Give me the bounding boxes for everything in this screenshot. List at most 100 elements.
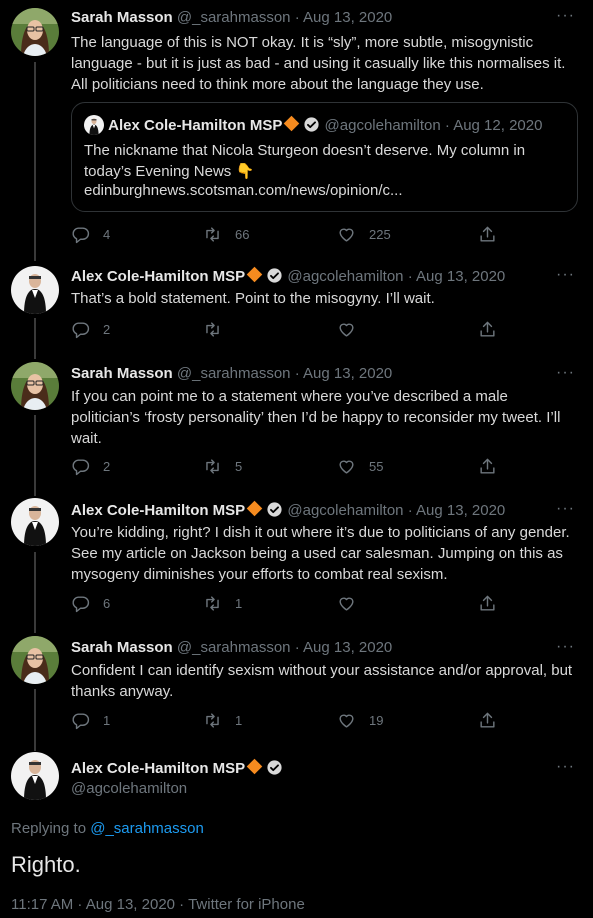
like-button[interactable] (337, 594, 369, 613)
more-icon[interactable]: ··· (556, 500, 575, 518)
reply-icon (71, 457, 90, 476)
author-name[interactable]: Alex Cole-Hamilton MSP (71, 268, 245, 285)
more-icon[interactable]: ··· (556, 7, 575, 25)
like-button[interactable] (337, 320, 369, 339)
retweet-button[interactable]: 1 (203, 594, 242, 613)
share-button[interactable] (478, 457, 497, 476)
verified-icon (266, 501, 283, 518)
badge-icon (246, 266, 263, 283)
reply-button[interactable]: 1 (71, 711, 110, 730)
share-icon (478, 320, 497, 339)
tweet-actions: 2 (71, 320, 511, 340)
author-name[interactable]: Alex Cole-Hamilton MSP (71, 502, 245, 519)
like-count: 225 (369, 227, 391, 242)
retweet-button[interactable]: 5 (203, 457, 242, 476)
separator: · (294, 639, 300, 656)
more-icon[interactable]: ··· (556, 266, 575, 284)
author-handle[interactable]: @_sarahmasson (177, 639, 291, 656)
tweet-header: Sarah Masson @_sarahmasson · Aug 13, 202… (71, 9, 553, 31)
tweet-text: That’s a bold statement. Point to the mi… (71, 290, 435, 307)
share-button[interactable] (478, 225, 497, 244)
quote-date: Aug 12, 2020 (453, 117, 543, 134)
like-icon (337, 320, 356, 339)
reply-count: 4 (103, 227, 111, 242)
reply-count: 1 (103, 713, 111, 728)
tweet-actions: 2 5 55 (71, 457, 511, 477)
like-button[interactable]: 55 (337, 457, 383, 476)
like-count: 19 (369, 713, 384, 728)
avatar[interactable] (11, 362, 59, 410)
tweet-actions: 4 66 225 (71, 225, 511, 245)
like-button[interactable]: 225 (337, 225, 391, 244)
retweet-icon (203, 225, 222, 244)
author-handle[interactable]: @_sarahmasson (177, 9, 291, 26)
badge-icon (284, 115, 300, 132)
replying-to: Replying to @_sarahmasson (11, 820, 204, 837)
verified-icon (266, 267, 283, 284)
retweet-count: 5 (235, 459, 243, 474)
separator: · (407, 502, 413, 519)
tweet-header: Sarah Masson @_sarahmasson · Aug 13, 202… (71, 639, 553, 661)
tweet-meta[interactable]: 11:17 AM · Aug 13, 2020 · Twitter for iP… (11, 896, 305, 913)
tweet[interactable]: Sarah Masson @_sarahmasson · Aug 13, 202… (0, 636, 593, 736)
avatar[interactable] (11, 752, 59, 800)
quoted-tweet[interactable]: Alex Cole-Hamilton MSP @agcolehamilton ·… (71, 102, 578, 212)
retweet-button[interactable] (203, 320, 235, 339)
separator: · (294, 365, 300, 382)
avatar[interactable] (11, 8, 59, 56)
author-name[interactable]: Alex Cole-Hamilton MSP (71, 760, 245, 777)
avatar[interactable] (11, 266, 59, 314)
author-name[interactable]: Sarah Masson (71, 9, 173, 26)
share-button[interactable] (478, 320, 497, 339)
quote-text: The nickname that Nicola Sturgeon doesn’… (84, 142, 526, 180)
tweet-text: The language of this is NOT okay. It is … (71, 34, 566, 93)
more-icon[interactable]: ··· (556, 758, 575, 776)
tweet-date[interactable]: Aug 13, 2020 (303, 365, 392, 382)
author-name[interactable]: Sarah Masson (71, 639, 173, 656)
tweet-date[interactable]: Aug 13, 2020 (303, 9, 392, 26)
author-handle[interactable]: @agcolehamilton (71, 780, 187, 797)
author-name[interactable]: Sarah Masson (71, 365, 173, 382)
reply-button[interactable]: 6 (71, 594, 110, 613)
reply-button[interactable]: 2 (71, 457, 110, 476)
tweet-text: Confident I can identify sexism without … (71, 662, 573, 700)
quote-link[interactable]: edinburghnews.scotsman.com/news/opinion/… (84, 182, 403, 199)
share-icon (478, 457, 497, 476)
retweet-count: 1 (235, 596, 243, 611)
tweet[interactable]: Sarah Masson @_sarahmasson · Aug 13, 202… (0, 362, 593, 487)
author-handle[interactable]: @agcolehamilton (287, 268, 403, 285)
like-icon (337, 225, 356, 244)
retweet-count: 66 (235, 227, 250, 242)
more-icon[interactable]: ··· (556, 638, 575, 656)
reply-count: 2 (103, 459, 111, 474)
author-handle[interactable]: @_sarahmasson (177, 365, 291, 382)
avatar[interactable] (11, 636, 59, 684)
tweet-date[interactable]: Aug 13, 2020 (416, 268, 505, 285)
quote-avatar (84, 115, 104, 135)
tweet[interactable]: Alex Cole-Hamilton MSP @agcolehamilton ·… (0, 263, 593, 353)
share-button[interactable] (478, 594, 497, 613)
reply-button[interactable]: 2 (71, 320, 110, 339)
separator: · (294, 9, 300, 26)
replying-handle-link[interactable]: @_sarahmasson (90, 820, 204, 837)
more-icon[interactable]: ··· (556, 364, 575, 382)
author-handle[interactable]: @agcolehamilton (287, 502, 403, 519)
retweet-icon (203, 711, 222, 730)
retweet-button[interactable]: 1 (203, 711, 242, 730)
reply-button[interactable]: 4 (71, 225, 110, 244)
avatar[interactable] (11, 498, 59, 546)
like-button[interactable]: 19 (337, 711, 383, 730)
tweet-actions: 1 1 19 (71, 711, 511, 731)
reply-count: 2 (103, 322, 111, 337)
retweet-button[interactable]: 66 (203, 225, 249, 244)
badge-icon (246, 500, 263, 517)
tweet[interactable]: Alex Cole-Hamilton MSP @agcolehamilton ·… (0, 498, 593, 623)
tweet-header: Sarah Masson @_sarahmasson · Aug 13, 202… (71, 365, 553, 387)
reply-count: 6 (103, 596, 111, 611)
tweet[interactable]: Sarah Masson @_sarahmasson · Aug 13, 202… (0, 0, 593, 250)
share-icon (478, 225, 497, 244)
tweet-date[interactable]: Aug 13, 2020 (416, 502, 505, 519)
tweet-date[interactable]: Aug 13, 2020 (303, 639, 392, 656)
share-button[interactable] (478, 711, 497, 730)
quote-author-handle: @agcolehamilton (324, 117, 441, 134)
